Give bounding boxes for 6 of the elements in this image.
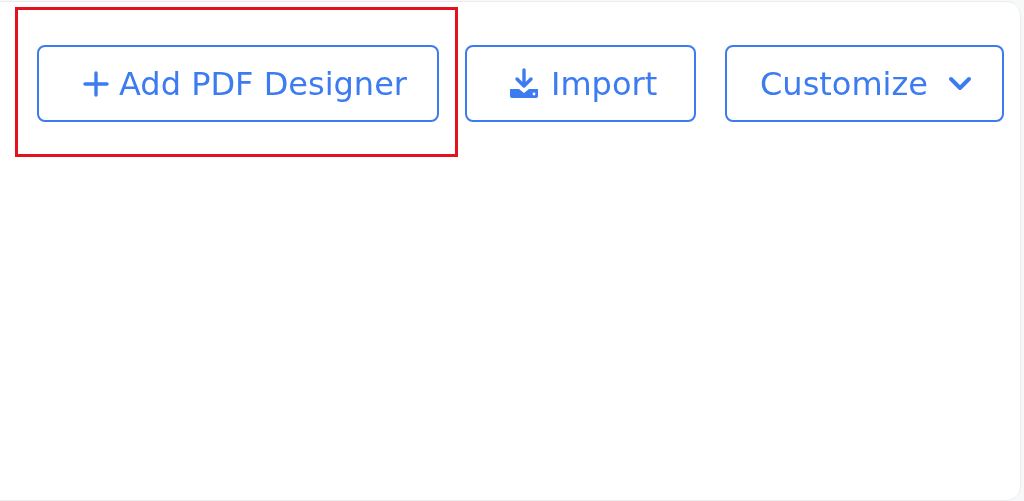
add-button[interactable]: Add PDF Designer bbox=[37, 45, 439, 122]
download-icon bbox=[507, 66, 541, 101]
plus-icon bbox=[83, 70, 109, 97]
import-button[interactable]: Import bbox=[465, 45, 696, 122]
chevron-down-icon bbox=[947, 75, 972, 92]
customize-dropdown[interactable]: Customize bbox=[725, 45, 1004, 122]
